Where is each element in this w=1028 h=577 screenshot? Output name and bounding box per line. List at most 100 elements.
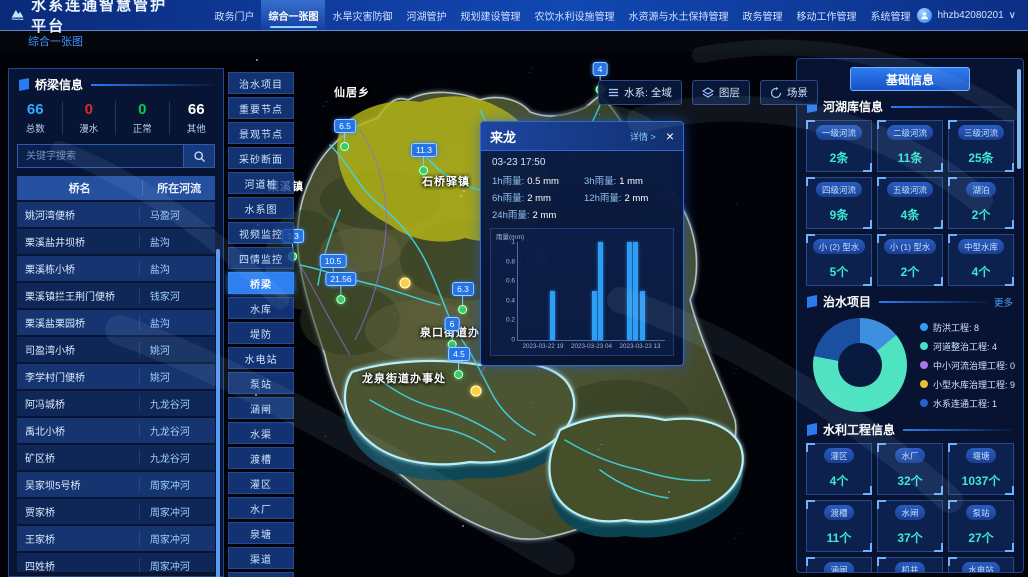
- layer-menu-item-2[interactable]: 重要节点: [228, 97, 294, 119]
- info-card[interactable]: 水闸37个: [877, 500, 943, 552]
- layer-menu-item-11[interactable]: 堤防: [228, 322, 294, 344]
- legend-item: 防洪工程: 8: [920, 321, 1015, 334]
- layer-menu-item-14[interactable]: 涵闸: [228, 397, 294, 419]
- info-card[interactable]: 四级河流9条: [806, 177, 872, 229]
- info-card[interactable]: 堰塘1037个: [948, 443, 1014, 495]
- search-input[interactable]: [17, 144, 184, 168]
- layer-menu-item-15[interactable]: 水渠: [228, 422, 294, 444]
- user-menu[interactable]: hhzb42080201 ∨: [917, 8, 1016, 23]
- station-marker[interactable]: 6: [445, 317, 460, 349]
- layer-menu-item-17[interactable]: 灌区: [228, 472, 294, 494]
- close-icon[interactable]: ×: [666, 129, 674, 143]
- poi-marker-icon[interactable]: [471, 386, 482, 397]
- table-row[interactable]: 栗溪盐栗园桥盐沟: [17, 310, 215, 335]
- info-card[interactable]: 一级河流2条: [806, 120, 872, 172]
- search-button[interactable]: [184, 144, 215, 168]
- basic-info-button[interactable]: 基础信息: [850, 67, 970, 91]
- info-card[interactable]: 泵站27个: [948, 500, 1014, 552]
- info-card[interactable]: 中型水库4个: [948, 234, 1014, 286]
- layer-menu-item-20[interactable]: 渠道: [228, 547, 294, 569]
- star: [392, 483, 393, 484]
- table-row[interactable]: 栗溪镇拦王荆门便桥钱家河: [17, 283, 215, 308]
- river-name-cell: 周家冲河: [139, 558, 215, 572]
- map-control-scene[interactable]: 场景: [760, 80, 818, 105]
- nav-item-9[interactable]: 移动工作管理: [789, 0, 863, 30]
- info-card[interactable]: 机井66个: [877, 557, 943, 573]
- info-card[interactable]: 渡槽11个: [806, 500, 872, 552]
- info-card[interactable]: 灌区4个: [806, 443, 872, 495]
- info-card[interactable]: 水电站3个: [948, 557, 1014, 573]
- layer-menu-item-4[interactable]: 采砂断面: [228, 147, 294, 169]
- nav-item-4[interactable]: 河湖管护: [399, 0, 453, 30]
- info-card[interactable]: 小 (2) 型水5个: [806, 234, 872, 286]
- station-marker[interactable]: 6.5: [334, 119, 356, 151]
- nav-item-10[interactable]: 系统管理: [863, 0, 917, 30]
- info-card[interactable]: 三级河流25条: [948, 120, 1014, 172]
- info-card[interactable]: 小 (1) 型水2个: [877, 234, 943, 286]
- nav-item-2[interactable]: 综合一张图: [261, 0, 325, 30]
- info-card[interactable]: 涵闸47个: [806, 557, 872, 573]
- star: [462, 525, 464, 527]
- nav-item-3[interactable]: 水旱灾害防御: [325, 0, 399, 30]
- layer-menu-item-16[interactable]: 渡槽: [228, 447, 294, 469]
- table-row[interactable]: 阿冯城桥九龙谷河: [17, 391, 215, 416]
- table-row[interactable]: 栗溪盐井坝桥盐沟: [17, 229, 215, 254]
- table-row[interactable]: 王家桥周家冲河: [17, 526, 215, 551]
- right-panel-scrollbar[interactable]: [1017, 69, 1021, 169]
- river-name-cell: 九龙谷河: [139, 423, 215, 438]
- station-marker[interactable]: 6.3: [452, 282, 474, 314]
- layer-menu-item-10[interactable]: 水库: [228, 297, 294, 319]
- layer-menu-item-9[interactable]: 桥梁: [228, 272, 294, 294]
- table-row[interactable]: 司盈湾小桥姚河: [17, 337, 215, 362]
- info-card-label: 小 (1) 型水: [884, 239, 937, 254]
- bridge-panel-header: 桥梁信息: [19, 76, 213, 93]
- layer-menu-item-6[interactable]: 水系图: [228, 197, 294, 219]
- info-card[interactable]: 五级河流4条: [877, 177, 943, 229]
- poi-marker-icon[interactable]: [400, 278, 411, 289]
- station-marker[interactable]: 4.5: [448, 347, 470, 379]
- layer-menu-item-7[interactable]: 视频监控: [228, 222, 294, 244]
- info-card-label: 渡槽: [824, 505, 853, 520]
- table-row[interactable]: 禹北小桥九龙谷河: [17, 418, 215, 443]
- layer-menu-item-5[interactable]: 河道桩: [228, 172, 294, 194]
- engineering-section-header: 水利工程信息: [807, 421, 1013, 438]
- info-card[interactable]: 二级河流11条: [877, 120, 943, 172]
- map-control-label: 图层: [719, 85, 740, 100]
- scene-icon: [770, 87, 782, 99]
- layer-menu-item-21[interactable]: 机井: [228, 572, 294, 577]
- table-row[interactable]: 吴家坝5号桥周家冲河: [17, 472, 215, 497]
- info-card[interactable]: 湖泊2个: [948, 177, 1014, 229]
- table-row[interactable]: 矿区桥九龙谷河: [17, 445, 215, 470]
- info-card-label: 三级河流: [958, 125, 1004, 140]
- layer-menu-item-19[interactable]: 泉塘: [228, 522, 294, 544]
- station-marker[interactable]: 21.56: [325, 272, 356, 304]
- x-axis-tick: 2023-03-23 04: [571, 343, 612, 350]
- table-row[interactable]: 栗溪栋小桥盐沟: [17, 256, 215, 281]
- table-row[interactable]: 李学村门便桥姚河: [17, 364, 215, 389]
- left-table-scrollbar[interactable]: [216, 249, 220, 577]
- legend-label: 小型水库治理工程: 9: [933, 378, 1015, 391]
- layer-menu-item-12[interactable]: 水电站: [228, 347, 294, 369]
- nav-item-6[interactable]: 农饮水利设施管理: [527, 0, 621, 30]
- nav-item-1[interactable]: 政务门户: [207, 0, 261, 30]
- more-link[interactable]: 更多: [994, 295, 1013, 309]
- table-row[interactable]: 姚河湾便桥马盈河: [17, 202, 215, 227]
- layer-menu-item-3[interactable]: 景观节点: [228, 122, 294, 144]
- station-marker[interactable]: 11.3: [411, 143, 437, 175]
- layer-menu-item-13[interactable]: 泵站: [228, 372, 294, 394]
- table-row[interactable]: 贾家桥周家冲河: [17, 499, 215, 524]
- info-card[interactable]: 水厂32个: [877, 443, 943, 495]
- bridge-table-body[interactable]: 姚河湾便桥马盈河栗溪盐井坝桥盐沟栗溪栋小桥盐沟栗溪镇拦王荆门便桥钱家河栗溪盐栗园…: [17, 202, 215, 572]
- nav-item-7[interactable]: 水资源与水土保持管理: [621, 0, 735, 30]
- layer-menu-item-8[interactable]: 四情监控: [228, 247, 294, 269]
- layer-menu-item-1[interactable]: 治水项目: [228, 72, 294, 94]
- table-row[interactable]: 四姓桥周家冲河: [17, 553, 215, 572]
- nav-item-8[interactable]: 政务管理: [735, 0, 789, 30]
- map-control-list[interactable]: 水系: 全域: [598, 80, 682, 105]
- legend-item: 小型水库治理工程: 9: [920, 378, 1015, 391]
- popup-detail-link[interactable]: 详情 >: [630, 130, 656, 143]
- map-control-layers[interactable]: 图层: [692, 80, 750, 105]
- nav-item-5[interactable]: 规划建设管理: [453, 0, 527, 30]
- layer-menu-item-18[interactable]: 水厂: [228, 497, 294, 519]
- info-card-value: 32个: [880, 472, 940, 489]
